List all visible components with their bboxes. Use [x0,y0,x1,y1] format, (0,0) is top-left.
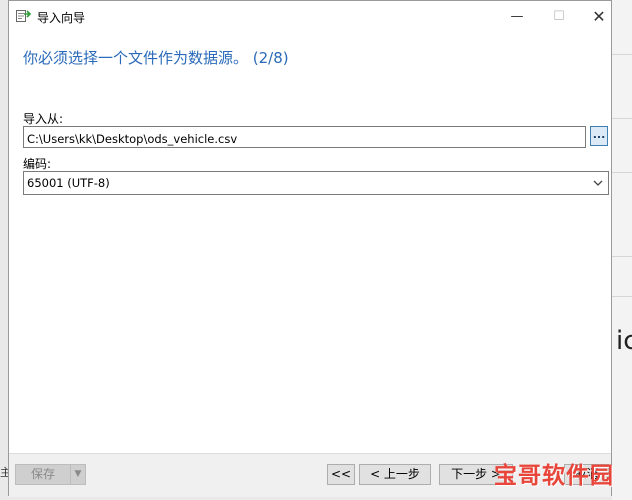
close-button[interactable]: ✕ [577,1,621,33]
window-title: 导入向导 [37,11,86,25]
background-divider [612,256,632,257]
save-button[interactable]: 保存 [15,464,71,485]
encoding-value: 65001 (UTF-8) [27,176,110,190]
save-dropdown-button[interactable]: ▼ [70,464,86,485]
encoding-select[interactable]: 65001 (UTF-8) [23,171,609,195]
minimize-button[interactable]: — [495,1,539,33]
import-wizard-icon [16,10,31,22]
watermark-text: 宝哥软件园 [494,463,614,489]
maximize-button[interactable]: ☐ [537,1,581,33]
title-bar[interactable]: 导入向导 — ☐ ✕ [9,1,611,33]
watermark-logo: 宝哥软件园 [488,452,616,492]
chevron-down-icon [593,180,603,186]
background-app [612,0,632,500]
background-divider [612,296,632,297]
previous-step-button[interactable]: < 上一步 [359,464,431,485]
background-divider [612,118,632,119]
browse-button[interactable]: ... [590,126,608,146]
background-text: ic [616,326,632,356]
import-from-input[interactable] [23,126,586,148]
encoding-label: 编码: [23,157,52,171]
background-divider [612,172,632,173]
background-divider [612,54,632,55]
page-title: 你必须选择一个文件作为数据源。 (2/8) [23,49,289,67]
import-wizard-window: 导入向导 — ☐ ✕ 你必须选择一个文件作为数据源。 (2/8) 导入从: ..… [8,0,612,497]
first-step-button[interactable]: << [327,464,355,485]
import-from-label: 导入从: [23,112,64,126]
